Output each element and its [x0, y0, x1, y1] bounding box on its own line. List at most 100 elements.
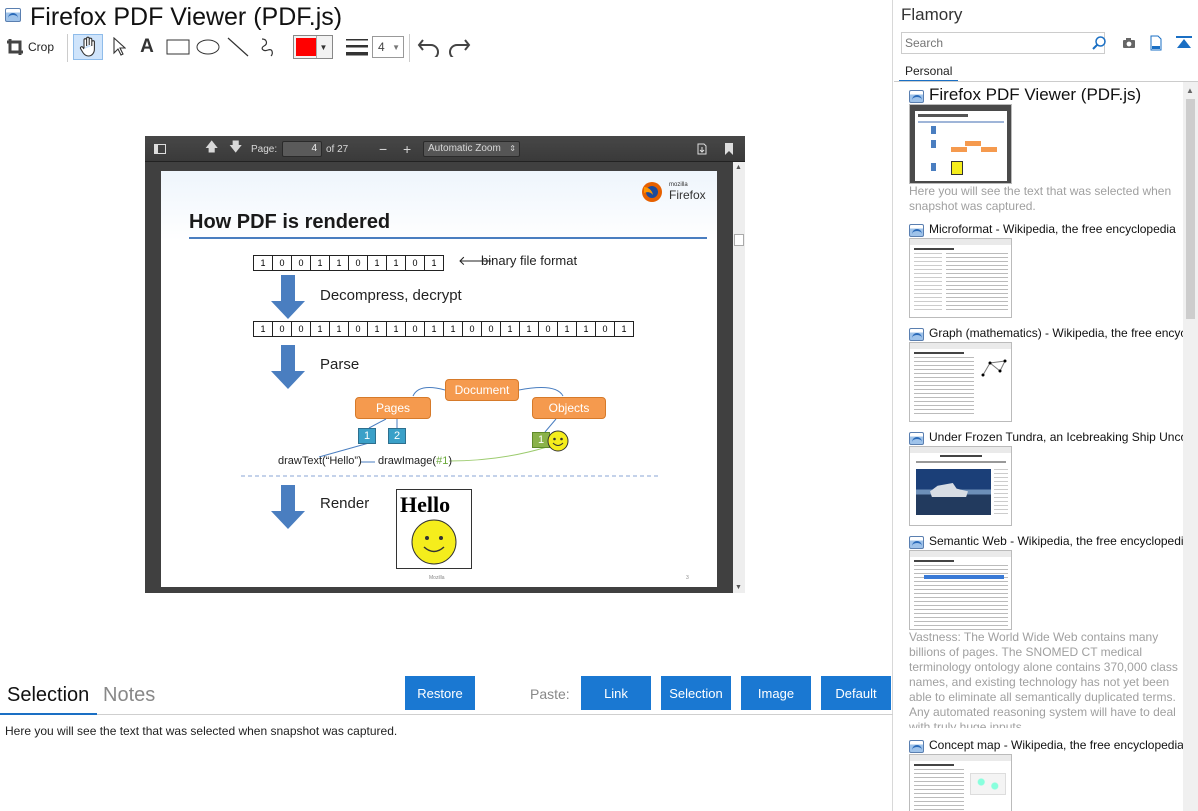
rectangle-tool-button[interactable] [165, 34, 191, 60]
snapshot-pane: Firefox PDF Viewer (PDF.js) Crop A ▼ 4 ▼… [0, 0, 893, 811]
snapshot-item[interactable]: Concept map - Wikipedia, the free encycl… [909, 738, 1184, 811]
redo-icon [449, 39, 471, 57]
crop-label: Crop [28, 40, 55, 54]
snapshot-item[interactable]: Under Frozen Tundra, an Icebreaking Ship… [909, 430, 1184, 526]
color-picker[interactable]: ▼ [292, 34, 334, 60]
collapse-top-icon[interactable] [1175, 34, 1193, 52]
page-label: Page: [251, 143, 278, 155]
flamory-sidebar: Flamory Personal Firefox PDF Viewer (PDF… [894, 0, 1198, 811]
paste-link-button[interactable]: Link [581, 676, 651, 710]
line-width-icon-button[interactable] [344, 34, 370, 60]
select-tool-button[interactable] [108, 34, 130, 60]
paste-default-button[interactable]: Default [821, 676, 891, 710]
zoom-in-icon: + [403, 141, 412, 157]
freehand-icon [261, 38, 273, 57]
hand-tool-button[interactable] [73, 34, 103, 60]
chevron-updown-icon: ⇕ [509, 144, 516, 153]
page-square-1: 1 [358, 428, 376, 444]
tab-personal[interactable]: Personal [899, 60, 959, 82]
tab-notes[interactable]: Notes [103, 684, 155, 707]
document-icon[interactable] [1147, 34, 1165, 52]
step-render: Render [320, 495, 370, 512]
crop-icon [7, 39, 23, 55]
paste-image-button[interactable]: Image [741, 676, 811, 710]
item-thumbnail [909, 104, 1012, 184]
ellipse-tool-button[interactable] [195, 34, 221, 60]
line-width-value: 4 [378, 40, 385, 54]
line-width-select[interactable]: 4 ▼ [372, 34, 404, 60]
tab-selection[interactable]: Selection [7, 684, 89, 707]
draw-text-call: drawText(“Hello”) [278, 455, 362, 467]
sidebar-scrollbar[interactable]: ▲ [1183, 82, 1198, 811]
item-thumbnail [909, 238, 1012, 318]
window-icon [909, 328, 924, 341]
page-total: of 27 [326, 143, 349, 155]
previous-page-icon: 🡅 [205, 139, 219, 154]
tabs-divider [0, 714, 893, 715]
zoom-select: Automatic Zoom ⇕ [423, 141, 520, 157]
window-icon [909, 432, 924, 445]
next-page-icon: 🡇 [229, 139, 243, 154]
zoom-out-icon: − [379, 141, 388, 157]
zoom-value: Automatic Zoom [428, 143, 501, 154]
text-tool-button[interactable]: A [137, 34, 157, 60]
snapshot-item[interactable]: Semantic Web - Wikipedia, the free encyc… [909, 534, 1184, 728]
ellipse-icon [196, 39, 220, 55]
annotation-toolbar: Crop A ▼ 4 ▼ [0, 30, 893, 64]
window-icon [909, 740, 924, 753]
render-output: Hello [396, 489, 472, 569]
snapshot-title: Firefox PDF Viewer (PDF.js) [30, 3, 343, 31]
restore-button[interactable]: Restore [405, 676, 475, 710]
line-width-icon [346, 39, 368, 56]
chevron-down-icon: ▼ [316, 36, 330, 58]
page-number-field: 4 [282, 141, 322, 157]
scroll-up-icon: ▲ [1186, 86, 1194, 95]
freehand-tool-button[interactable] [256, 34, 280, 60]
scrollbar-thumb[interactable] [1186, 99, 1195, 319]
rectangle-icon [166, 39, 190, 55]
tabs-divider [894, 81, 1198, 82]
app-window: Firefox PDF Viewer (PDF.js) Crop A ▼ 4 ▼… [0, 0, 1198, 811]
item-description: Here you will see the text that was sele… [909, 184, 1172, 213]
window-icon [909, 90, 924, 103]
tab-active-indicator [0, 713, 97, 715]
page-square-2: 2 [388, 428, 406, 444]
item-title: Graph (mathematics) - Wikipedia, the fre… [929, 326, 1184, 340]
cursor-arrow-icon [113, 37, 126, 56]
redo-button[interactable] [446, 34, 472, 60]
bookmark-icon [725, 136, 733, 162]
selection-text: Here you will see the text that was sele… [5, 724, 398, 738]
toolbar-divider [409, 34, 410, 62]
snapshot-image: 🡅 🡇 Page: 4 of 27 − + Automatic Zoom ⇕ ▲ … [145, 136, 745, 593]
undo-icon [417, 39, 439, 57]
sidebar-toggle-icon [154, 136, 166, 162]
paste-label: Paste: [530, 686, 570, 702]
snapshot-item[interactable]: Firefox PDF Viewer (PDF.js) Here you wil… [909, 88, 1184, 213]
item-title: Firefox PDF Viewer (PDF.js) [929, 88, 1142, 104]
window-icon [909, 224, 924, 237]
item-description: Vastness: The World Wide Web contains ma… [909, 630, 1178, 728]
item-title: Semantic Web - Wikipedia, the free encyc… [929, 534, 1184, 548]
pdf-toolbar: 🡅 🡇 Page: 4 of 27 − + Automatic Zoom ⇕ [145, 136, 745, 162]
camera-icon[interactable] [1120, 34, 1138, 52]
arrow-down-icon [271, 485, 305, 529]
item-thumbnail [909, 446, 1012, 526]
item-title: Under Frozen Tundra, an Icebreaking Ship… [929, 430, 1184, 444]
undo-button[interactable] [416, 34, 442, 60]
draw-image-call: drawImage(#1) [378, 455, 452, 467]
render-hello: Hello [400, 492, 451, 517]
item-thumbnail [909, 550, 1012, 630]
pdf-scrollbar: ▲ ▼ [733, 162, 745, 593]
line-tool-button[interactable] [226, 34, 250, 60]
search-icon[interactable] [1090, 34, 1108, 52]
item-thumbnail [909, 754, 1012, 811]
snapshot-item[interactable]: Graph (mathematics) - Wikipedia, the fre… [909, 326, 1184, 422]
search-input[interactable] [901, 32, 1105, 54]
paste-selection-button[interactable]: Selection [661, 676, 731, 710]
slide-footer: Mozilla [429, 575, 445, 581]
hand-icon [79, 36, 95, 57]
snapshot-item[interactable]: Microformat - Wikipedia, the free encycl… [909, 222, 1184, 318]
crop-button[interactable]: Crop [6, 34, 58, 60]
window-icon [5, 8, 21, 22]
pdf-slide: mozilla Firefox How PDF is rendered 1001… [161, 171, 717, 587]
